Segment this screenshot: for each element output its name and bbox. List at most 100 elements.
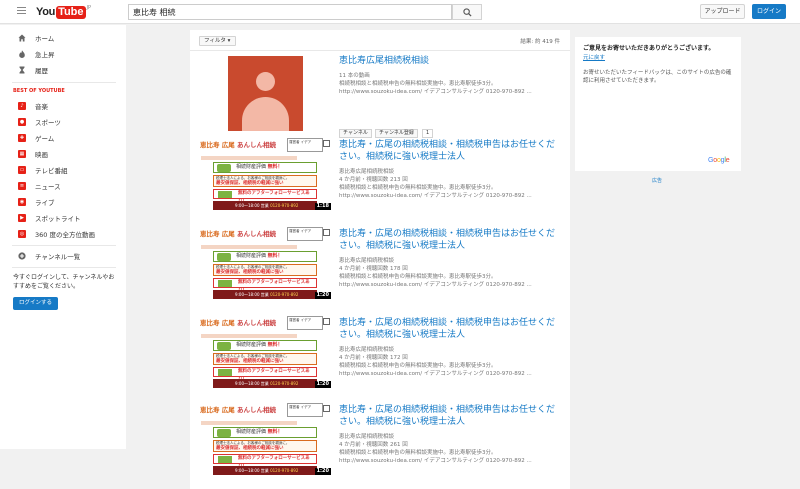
sidebar-item-spotlight[interactable]: ▶ スポットライト [18, 212, 81, 224]
logo-tube-text: Tube [56, 5, 86, 19]
banner-title-a: 恵比寿 [200, 230, 220, 238]
video-title[interactable]: 恵比寿・広尾の相続税相談・相続税申告はお任せください。相続税に強い税理士法人 [339, 404, 561, 428]
menu-icon[interactable] [17, 7, 26, 15]
sidebar-item-home[interactable]: ホーム [18, 32, 54, 44]
banner-box1-label: 相続財産評価 [236, 429, 267, 435]
banner-title: 恵比寿 広尾 あんしん相続 [200, 139, 276, 149]
banner-phone: 0120-970-892 [270, 381, 299, 386]
channel-button[interactable]: チャンネル [339, 129, 372, 138]
sidebar-item-label: 映画 [35, 151, 48, 159]
video-description: 相続税相談と相続税申告の無料相談実施中。恵比寿駅徒歩3分。 http://www.… [339, 449, 554, 465]
sidebar-item-label: 音楽 [35, 103, 48, 111]
video-channel-name[interactable]: 恵比寿広尾相続税相談 [339, 256, 394, 264]
sidebar-item-tv[interactable]: ▭ テレビ番組 [18, 164, 68, 176]
best-of-youtube-heading[interactable]: BEST OF YOUTUBE [13, 88, 65, 94]
banner-title-c: あんしん相続 [237, 319, 277, 327]
channel-title[interactable]: 恵比寿広尾相続税相談 [339, 55, 561, 67]
banner-phone: 0120-970-892 [270, 468, 299, 473]
sidebar-item-label: チャンネル一覧 [35, 253, 81, 261]
music-icon: ♪ [18, 102, 26, 110]
banner-title-c: あんしん相続 [237, 406, 277, 414]
search-input[interactable] [128, 4, 452, 20]
banner-box-evaluation: 相続財産評価 無料！ [213, 427, 317, 438]
upload-button[interactable]: アップロード [700, 4, 745, 19]
result-count: 結果: 約 419 件 [520, 39, 560, 45]
news-icon: ≡ [18, 182, 26, 190]
video-channel-name[interactable]: 恵比寿広尾相続税相談 [339, 345, 394, 353]
banner-box-aftercare: 無料のアフターフォローサービスあり！ [213, 189, 317, 204]
banner-hours: 9:00～18:00 営業 [235, 468, 269, 473]
spotlight-icon: ▶ [18, 214, 26, 222]
banner-box-description: 税理士法人による、お客様のご相談を親身に。 最安値保証、相続税の軽減に強い [213, 264, 317, 276]
video-channel-name[interactable]: 恵比寿広尾相続税相談 [339, 432, 394, 440]
watch-later-icon[interactable] [323, 318, 330, 325]
banner-strip [201, 334, 297, 338]
banner-box1-label: 相続財産評価 [236, 253, 267, 259]
watch-later-icon[interactable] [323, 405, 330, 412]
banner-box-description: 税理士法人による、お客様のご相談を親身に。 最安値保証、相続税の軽減に強い [213, 175, 317, 187]
search-button[interactable] [452, 4, 482, 20]
video-thumbnail[interactable]: 恵比寿 広尾 あんしん相続 運営者 イデア 相続財産評価 無料！ 税理士法人による、お… [199, 138, 331, 212]
movie-icon: ▦ [18, 150, 26, 158]
google-logo: Google [708, 157, 730, 164]
banner-sub-box: 運営者 イデア [287, 403, 323, 417]
ad-label[interactable]: 広告 [652, 177, 662, 184]
desc-line: 相続税相談と相続税申告の無料相談実施中。恵比寿駅徒歩3分。 [339, 81, 497, 87]
watch-later-icon[interactable] [323, 229, 330, 236]
sidebar-login-button[interactable]: ログインする [13, 297, 58, 310]
sidebar-item-trending[interactable]: 急上昇 [18, 48, 55, 60]
sidebar-item-news[interactable]: ≡ ニュース [18, 180, 61, 192]
sidebar-item-live[interactable]: ◉ ライブ [18, 196, 55, 208]
add-circle-icon [18, 252, 26, 260]
banner-title: 恵比寿 広尾 あんしん相続 [200, 404, 276, 414]
banner-title: 恵比寿 広尾 あんしん相続 [200, 317, 276, 327]
leaf-icon [217, 429, 231, 437]
ad-feedback-panel: ご意見をお寄せいただきありがとうございます。 元に戻す お寄せいただいたフィード… [575, 37, 741, 171]
video-duration: 1:18 [314, 203, 331, 210]
360-video-icon: ◎ [18, 230, 26, 238]
video-channel-name[interactable]: 恵比寿広尾相続税相談 [339, 167, 394, 175]
video-title[interactable]: 恵比寿・広尾の相続税相談・相続税申告はお任せください。相続税に強い税理士法人 [339, 228, 561, 252]
search-icon [463, 8, 472, 17]
banner-box-contact: 9:00～18:00 営業 0120-970-892 [213, 201, 317, 210]
feedback-heading: ご意見をお寄せいただきありがとうございます。 [583, 45, 715, 52]
banner-strip [201, 156, 297, 160]
channel-avatar[interactable] [228, 56, 303, 131]
banner-sub-box: 運営者 イデア [287, 316, 323, 330]
banner-box3-graphic [218, 369, 232, 376]
logo-region: JP [86, 5, 92, 11]
search-results: フィルタ ▾ 結果: 約 419 件 恵比寿広尾相続税相談 11 本の動画 相続… [190, 30, 570, 489]
video-thumbnail[interactable]: 恵比寿 広尾 あんしん相続 運営者 イデア 相続財産評価 無料！ 税理士法人による、お… [199, 403, 331, 477]
sidebar-item-music[interactable]: ♪ 音楽 [18, 100, 48, 112]
video-thumbnail[interactable]: 恵比寿 広尾 あんしん相続 運営者 イデア 相続財産評価 無料！ 税理士法人による、お… [199, 316, 331, 390]
video-title[interactable]: 恵比寿・広尾の相続税相談・相続税申告はお任せください。相続税に強い税理士法人 [339, 139, 561, 163]
undo-link[interactable]: 元に戻す [583, 53, 605, 61]
banner-box1-highlight: 無料！ [267, 164, 283, 170]
banner-hours: 9:00～18:00 営業 [235, 203, 269, 208]
video-title[interactable]: 恵比寿・広尾の相続税相談・相続税申告はお任せください。相続税に強い税理士法人 [339, 317, 561, 341]
sidebar-item-sports[interactable]: ● スポーツ [18, 116, 61, 128]
sidebar-item-360-video[interactable]: ◎ 360 度の全方位動画 [18, 228, 95, 240]
banner-box-aftercare: 無料のアフターフォローサービスあり！ [213, 367, 317, 382]
youtube-logo[interactable]: You Tube JP [36, 5, 91, 19]
banner-box-contact: 9:00～18:00 営業 0120-970-892 [213, 379, 317, 388]
channel-video-count: 11 本の動画 [339, 73, 370, 79]
sidebar-item-movies[interactable]: ▦ 映画 [18, 148, 48, 160]
watch-later-icon[interactable] [323, 140, 330, 147]
subscriber-count: 1 [422, 129, 434, 138]
banner-title-b: 広尾 [221, 319, 235, 327]
sidebar-item-history[interactable]: 履歴 [18, 64, 48, 76]
sidebar-item-gaming[interactable]: ✚ ゲーム [18, 132, 54, 144]
google-logo-letter: e [725, 157, 730, 164]
subscribe-button[interactable]: チャンネル登録 [375, 129, 418, 138]
desc-line: 相続税相談と相続税申告の無料相談実施中。恵比寿駅徒歩3分。 [339, 450, 497, 456]
banner-box3-graphic [218, 191, 232, 198]
video-thumbnail[interactable]: 恵比寿 広尾 あんしん相続 運営者 イデア 相続財産評価 無料！ 税理士法人による、お… [199, 227, 331, 301]
sidebar-item-channel-list[interactable]: チャンネル一覧 [18, 250, 80, 262]
sidebar-item-label: 360 度の全方位動画 [35, 231, 95, 239]
video-description: 相続税相談と相続税申告の無料相談実施中。恵比寿駅徒歩3分。 http://www.… [339, 362, 554, 378]
desc-line: 相続税相談と相続税申告の無料相談実施中。恵比寿駅徒歩3分。 [339, 185, 497, 191]
video-description: 相続税相談と相続税申告の無料相談実施中。恵比寿駅徒歩3分。 http://www.… [339, 273, 554, 289]
filter-button[interactable]: フィルタ ▾ [199, 36, 236, 46]
login-button[interactable]: ログイン [752, 4, 786, 19]
